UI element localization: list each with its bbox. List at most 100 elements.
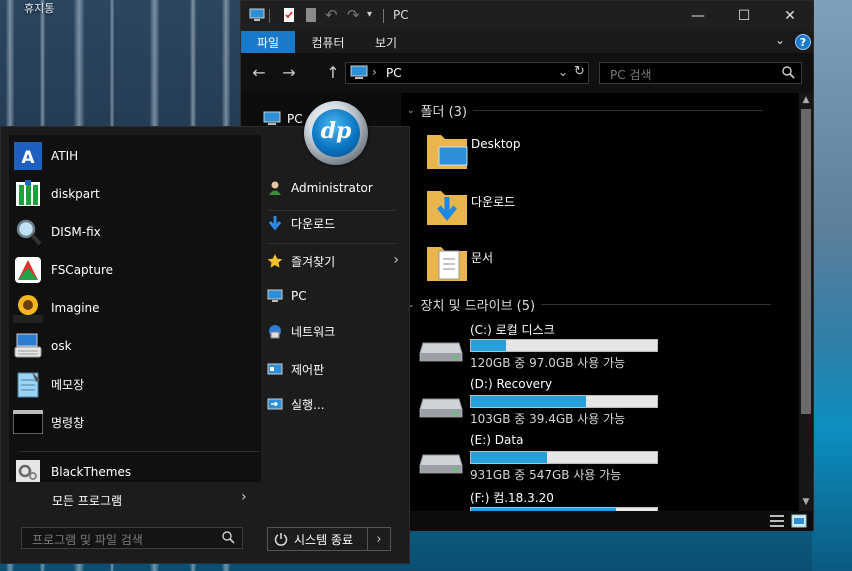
back-button[interactable]: ← — [249, 63, 269, 83]
avatar-logo-text: dp — [320, 118, 352, 144]
vertical-scrollbar[interactable]: ▲ ▼ — [799, 93, 813, 511]
star-icon — [267, 254, 283, 268]
program-label: ATIH — [51, 149, 79, 163]
pc-icon — [350, 65, 368, 79]
program-item[interactable]: 명령창 — [13, 403, 257, 441]
start-item-pc[interactable]: PC — [267, 281, 399, 311]
help-icon[interactable]: ? — [795, 34, 811, 50]
properties-icon[interactable] — [281, 7, 297, 23]
folder-name: 문서 — [471, 251, 494, 265]
drive-item[interactable]: (F:) 컴.18.3.20 — [419, 489, 799, 511]
folder-item[interactable]: 다운로드 — [425, 185, 785, 233]
breadcrumb-chevron-icon[interactable]: › — [372, 65, 377, 79]
ribbon-tabs: 파일 컴퓨터 보기 ⌄ ? — [241, 31, 813, 53]
up-button[interactable]: ↑ — [323, 63, 343, 83]
minimize-button[interactable]: — — [675, 1, 721, 31]
drive-item[interactable]: (D:) Recovery 103GB 중 39.4GB 사용 가능 — [419, 377, 799, 433]
forward-button[interactable]: → — [279, 63, 299, 83]
start-item-control-panel[interactable]: 제어판 — [267, 354, 399, 384]
ribbon-collapse-icon[interactable]: ⌄ — [775, 33, 785, 47]
start-item-label: PC — [291, 289, 307, 303]
start-item-administrator[interactable]: Administrator — [267, 173, 399, 203]
search-box[interactable]: PC 검색 — [599, 62, 802, 84]
download-arrow-icon — [268, 216, 282, 231]
details-view-icon[interactable] — [769, 514, 785, 528]
drive-name: (C:) 로컬 디스크 — [470, 323, 555, 337]
maximize-button[interactable]: ☐ — [721, 1, 767, 31]
tab-file[interactable]: 파일 — [241, 31, 295, 53]
title-bar[interactable]: ↶ ↷ ▾ PC — ☐ ✕ — [241, 1, 813, 31]
recycle-bin-label[interactable]: 휴지통 — [24, 0, 54, 16]
breadcrumb-pc[interactable]: PC — [386, 66, 402, 80]
program-label: BlackThemes — [51, 465, 132, 479]
tab-view[interactable]: 보기 — [363, 31, 409, 53]
navpane-item-pc[interactable]: PC — [263, 111, 303, 126]
search-icon[interactable] — [222, 531, 235, 544]
program-item[interactable]: osk — [13, 327, 257, 365]
acronis-icon: A — [13, 141, 43, 171]
start-item-label: 제어판 — [291, 362, 325, 377]
folders-group-header[interactable]: ⌄ 폴더 (3) — [407, 101, 764, 120]
pc-icon[interactable] — [249, 7, 265, 23]
keyboard-icon — [13, 331, 43, 361]
program-item[interactable]: 메모장 — [13, 365, 257, 403]
drive-item[interactable]: (E:) Data 931GB 중 547GB 사용 가능 — [419, 433, 799, 489]
program-search-input[interactable]: 프로그램 및 파일 검색 — [21, 527, 243, 549]
tab-computer[interactable]: 컴퓨터 — [303, 31, 353, 53]
drive-name: (D:) Recovery — [470, 377, 553, 391]
program-label: FSCapture — [51, 263, 114, 277]
drive-item[interactable]: (C:) 로컬 디스크 120GB 중 97.0GB 사용 가능 — [419, 321, 799, 377]
folder-name: 다운로드 — [471, 195, 516, 209]
close-button[interactable]: ✕ — [767, 1, 813, 31]
fscapture-icon — [13, 255, 43, 285]
program-item[interactable]: Imagine — [13, 289, 257, 327]
all-programs-button[interactable]: 모든 프로그램 › — [9, 482, 261, 516]
scroll-up-icon[interactable]: ▲ — [799, 95, 813, 105]
group-divider — [541, 304, 772, 305]
title-divider — [383, 9, 384, 23]
shutdown-button-group: 시스템 종료 › — [267, 527, 391, 551]
program-label: diskpart — [51, 187, 100, 201]
folder-item[interactable]: Desktop — [425, 129, 785, 177]
shutdown-options-button[interactable]: › — [368, 532, 390, 547]
hard-drive-icon — [419, 398, 463, 418]
diskpart-icon — [13, 179, 43, 209]
shutdown-button[interactable]: 시스템 종료 — [268, 528, 368, 550]
drives-group-header[interactable]: ⌄ 장치 및 드라이브 (5) — [407, 295, 772, 314]
large-icons-view-icon[interactable] — [791, 514, 807, 528]
start-item-downloads[interactable]: 다운로드 — [267, 208, 399, 238]
undo-icon[interactable]: ↶ — [325, 7, 341, 23]
drive-usage-bar — [470, 395, 658, 408]
qat-customize-icon[interactable]: ▾ — [367, 7, 383, 23]
hard-drive-icon — [419, 342, 463, 362]
scrollbar-thumb[interactable] — [801, 109, 811, 414]
new-folder-icon[interactable] — [303, 7, 319, 23]
start-item-network[interactable]: 네트워크 — [267, 316, 399, 346]
avatar[interactable]: dp — [304, 101, 368, 165]
address-dropdown-icon[interactable]: ⌄ — [558, 65, 568, 79]
drive-usage-fill — [471, 396, 587, 407]
start-item-run[interactable]: 실행... — [267, 389, 399, 419]
qat-divider — [269, 9, 270, 23]
start-item-favorites[interactable]: 즐겨찾기 › — [267, 246, 399, 276]
run-icon — [267, 398, 283, 410]
file-list: ⌄ 폴더 (3) Desktop 다운로드 문서 ⌄ 장치 및 드라이브 (5)… — [401, 93, 799, 511]
search-placeholder: PC 검색 — [610, 68, 652, 82]
redo-icon[interactable]: ↷ — [347, 7, 363, 23]
program-label: Imagine — [51, 301, 100, 315]
navpane-item-label: PC — [287, 111, 303, 126]
imagine-icon — [13, 293, 43, 323]
start-menu: A ATIH diskpart DISM-fix FSCapture Imagi… — [0, 126, 410, 564]
program-item[interactable]: diskpart — [13, 175, 257, 213]
program-item[interactable]: DISM-fix — [13, 213, 257, 251]
control-panel-icon — [267, 363, 283, 375]
program-item[interactable]: A ATIH — [13, 137, 257, 175]
refresh-icon[interactable]: ↻ — [574, 64, 585, 79]
program-item[interactable]: FSCapture — [13, 251, 257, 289]
address-bar[interactable]: › PC ⌄ ↻ — [345, 62, 589, 84]
program-label: 메모장 — [51, 377, 85, 392]
downloads-folder-icon — [427, 191, 467, 225]
scroll-down-icon[interactable]: ▼ — [799, 497, 813, 507]
folder-item[interactable]: 문서 — [425, 241, 785, 289]
search-icon[interactable] — [782, 66, 795, 79]
